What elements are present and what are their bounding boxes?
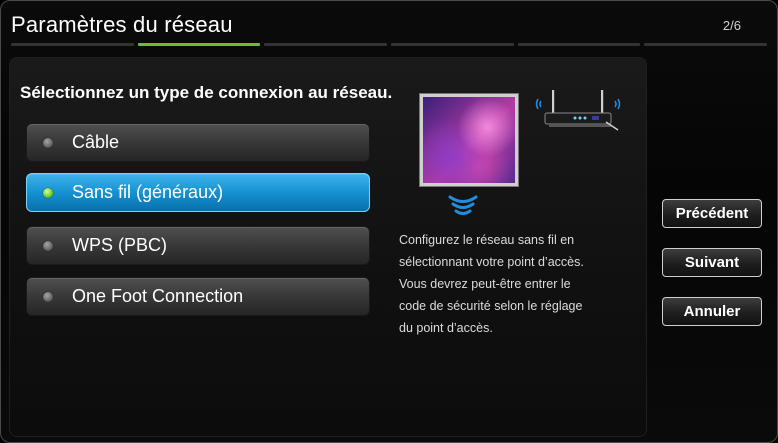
option-cable[interactable]: Câble <box>26 123 370 162</box>
router-icon <box>535 90 621 131</box>
progress-segment <box>391 43 514 46</box>
tv-screen <box>423 97 515 183</box>
cancel-button[interactable]: Annuler <box>662 297 762 326</box>
option-label: One Foot Connection <box>72 286 244 306</box>
option-wps-pbc[interactable]: WPS (PBC) <box>26 226 370 265</box>
previous-button[interactable]: Précédent <box>662 199 762 228</box>
description-line: sélectionnant votre point d’accès. <box>399 255 584 269</box>
progress-segment <box>644 43 768 46</box>
progress-segment <box>517 43 641 46</box>
option-description: Configurez le réseau sans fil en sélecti… <box>399 229 629 339</box>
radio-indicator-icon <box>43 291 53 302</box>
progress-segment <box>264 43 388 46</box>
radio-indicator-selected-icon <box>43 187 53 198</box>
progress-segment-current <box>137 43 261 46</box>
wifi-waves-icon <box>448 195 478 215</box>
progress-bar <box>11 43 768 46</box>
next-button[interactable]: Suivant <box>662 248 762 277</box>
page-title: Paramètres du réseau <box>11 12 233 37</box>
description-line: code de sécurité selon le réglage <box>399 299 583 313</box>
option-wireless-general[interactable]: Sans fil (généraux) <box>26 173 370 212</box>
dialog-frame: Paramètres du réseau 2/6 Sélectionnez un… <box>0 0 778 443</box>
option-label: Câble <box>72 132 120 152</box>
option-label: WPS (PBC) <box>72 235 168 255</box>
tv-illustration <box>419 93 519 187</box>
prompt-heading: Sélectionnez un type de connexion au rés… <box>20 83 393 102</box>
radio-indicator-icon <box>43 240 53 251</box>
option-label: Sans fil (généraux) <box>72 182 224 202</box>
progress-segment <box>11 43 134 46</box>
radio-indicator-icon <box>43 137 53 148</box>
description-line: Vous devrez peut-être entrer le <box>399 277 571 291</box>
option-one-foot-connection[interactable]: One Foot Connection <box>26 277 370 316</box>
step-indicator: 2/6 <box>722 18 741 33</box>
description-line: du point d’accès. <box>399 321 493 335</box>
description-line: Configurez le réseau sans fil en <box>399 233 575 247</box>
